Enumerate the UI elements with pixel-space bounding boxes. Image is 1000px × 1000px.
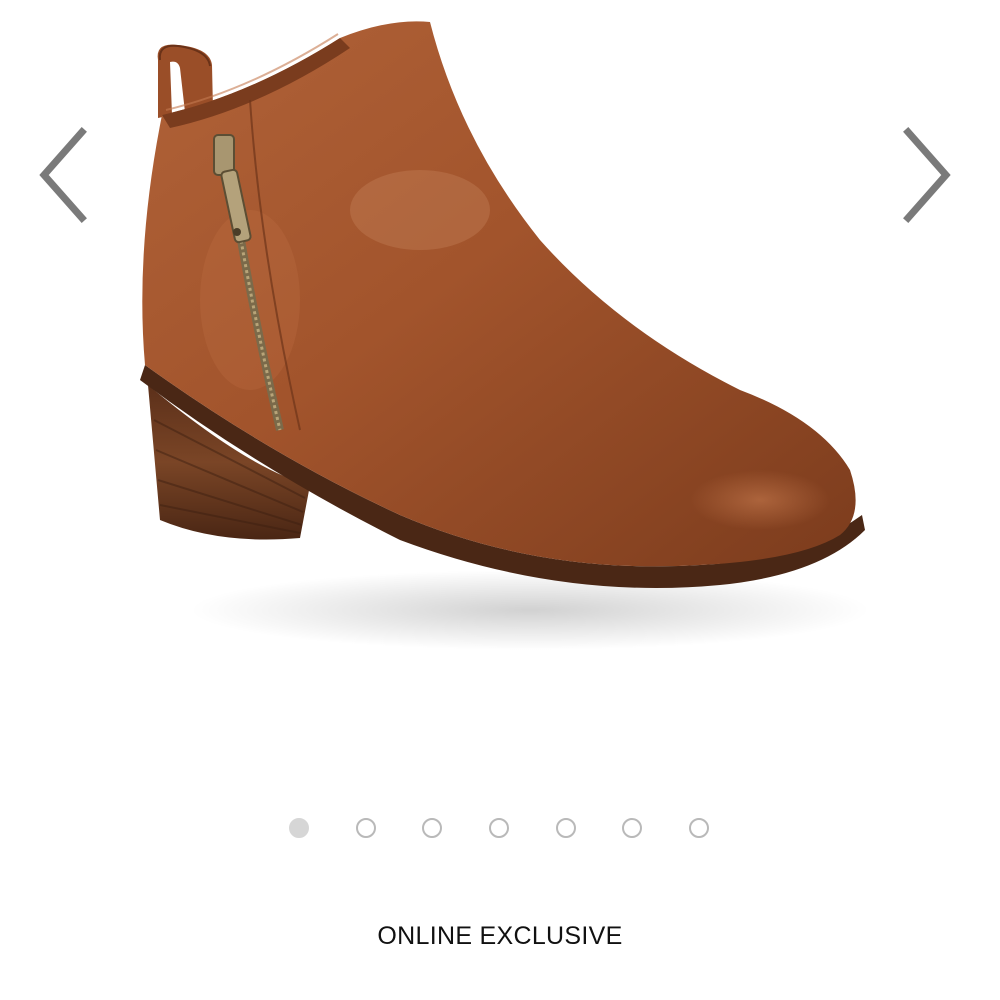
product-page: ONLINE EXCLUSIVE — [0, 0, 1000, 1000]
carousel-dot[interactable] — [622, 818, 642, 838]
carousel-dot[interactable] — [489, 818, 509, 838]
carousel-dot[interactable] — [422, 818, 442, 838]
carousel-dot[interactable] — [289, 818, 309, 838]
online-exclusive-badge: ONLINE EXCLUSIVE — [377, 922, 623, 950]
chevron-right-icon[interactable] — [900, 120, 960, 230]
product-image-carousel[interactable] — [0, 0, 1000, 838]
carousel-dot[interactable] — [356, 818, 376, 838]
product-title — [0, 975, 1000, 1000]
product-image — [100, 0, 900, 700]
carousel-dot[interactable] — [689, 818, 709, 838]
chevron-left-icon[interactable] — [30, 120, 90, 230]
carousel-pagination — [287, 818, 717, 844]
carousel-dot[interactable] — [556, 818, 576, 838]
